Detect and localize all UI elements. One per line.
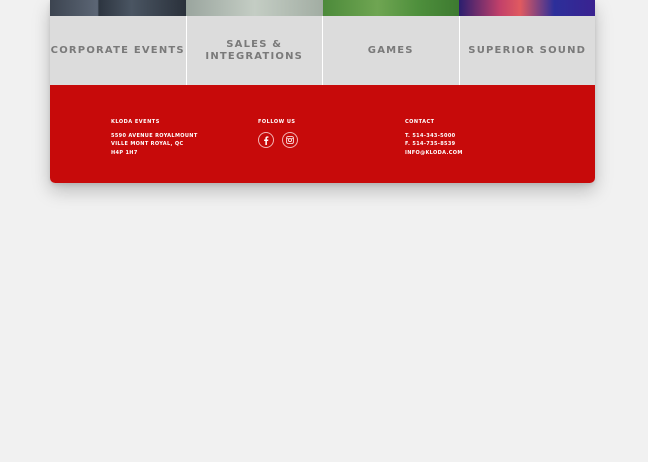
tile-label: SUPERIOR SOUND xyxy=(468,44,587,56)
email-link[interactable]: INFO@KLODA.COM xyxy=(405,149,463,157)
page-card: CORPORATE EVENTS SALES & INTEGRATIONS GA… xyxy=(50,0,595,183)
service-tiles: CORPORATE EVENTS SALES & INTEGRATIONS GA… xyxy=(50,16,595,85)
fax-number: F. 514-735-8539 xyxy=(405,141,456,148)
footer-contact-title: CONTACT xyxy=(405,119,435,125)
address-line: VILLE MONT ROYAL, QC xyxy=(111,141,184,148)
address-line: 5590 AVENUE ROYALMOUNT xyxy=(111,133,198,139)
social-links xyxy=(258,132,298,148)
footer-follow: FOLLOW US xyxy=(258,119,298,148)
site-footer: KLODA EVENTS 5590 AVENUE ROYALMOUNT VILL… xyxy=(50,85,595,183)
corporate-events-image[interactable] xyxy=(50,0,187,16)
tile-sales-integrations[interactable]: SALES & INTEGRATIONS xyxy=(186,16,323,85)
footer-contact: CONTACT T. 514-343-5000 F. 514-735-8539 … xyxy=(405,119,463,157)
instagram-icon[interactable] xyxy=(282,132,298,148)
phone-number[interactable]: T. 514-343-5000 xyxy=(405,132,463,140)
footer-address-title: KLODA EVENTS xyxy=(111,119,160,125)
tile-corporate-events[interactable]: CORPORATE EVENTS xyxy=(50,16,187,85)
footer-address: KLODA EVENTS 5590 AVENUE ROYALMOUNT VILL… xyxy=(111,119,198,157)
footer-follow-title: FOLLOW US xyxy=(258,119,296,125)
tile-superior-sound[interactable]: SUPERIOR SOUND xyxy=(459,16,595,85)
sales-integrations-image[interactable] xyxy=(186,0,323,16)
tile-label: GAMES xyxy=(367,44,414,56)
tile-label: CORPORATE EVENTS xyxy=(50,44,185,56)
tile-label: SALES & INTEGRATIONS xyxy=(205,38,304,62)
facebook-icon[interactable] xyxy=(258,132,274,148)
games-image[interactable] xyxy=(322,0,459,16)
address-line: H4P 1H7 xyxy=(111,149,138,156)
superior-sound-image[interactable] xyxy=(458,0,595,16)
image-strip xyxy=(50,0,595,16)
tile-games[interactable]: GAMES xyxy=(323,16,460,85)
